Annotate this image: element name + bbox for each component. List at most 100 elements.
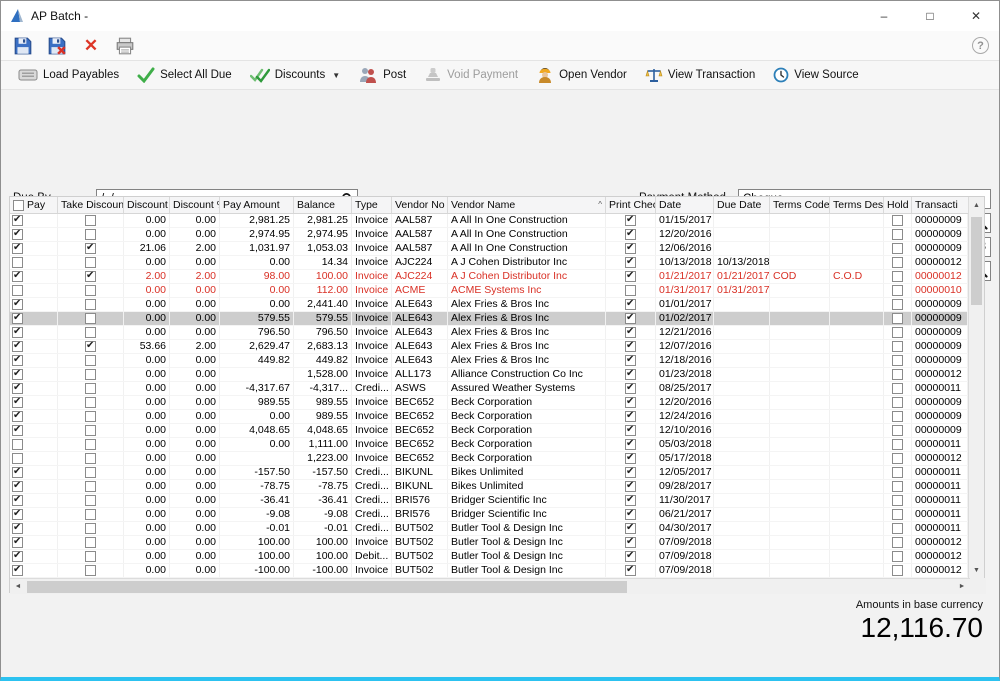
hold-checkbox[interactable] bbox=[892, 425, 903, 436]
cell-take[interactable] bbox=[58, 480, 124, 493]
view-transaction-button[interactable]: View Transaction bbox=[636, 62, 764, 88]
column-header-transaction-no[interactable]: Transacti bbox=[912, 197, 968, 213]
hold-checkbox[interactable] bbox=[892, 285, 903, 296]
cell-hold[interactable] bbox=[884, 214, 912, 227]
grid-row[interactable]: 0.000.00-100.00-100.00InvoiceBUT502Butle… bbox=[10, 564, 984, 578]
view-source-button[interactable]: View Source bbox=[764, 62, 867, 88]
pc-checkbox[interactable] bbox=[625, 397, 636, 408]
grid-row[interactable]: 0.000.002,981.252,981.25InvoiceAAL587A A… bbox=[10, 214, 984, 228]
cell-hold[interactable] bbox=[884, 438, 912, 451]
print-button[interactable] bbox=[113, 34, 137, 58]
cell-pay[interactable] bbox=[10, 214, 58, 227]
take-checkbox[interactable] bbox=[85, 299, 96, 310]
cell-take[interactable] bbox=[58, 536, 124, 549]
pay-checkbox[interactable] bbox=[12, 341, 23, 352]
cell-pc[interactable] bbox=[606, 550, 656, 563]
delete-button[interactable]: ✕ bbox=[79, 34, 103, 58]
pc-checkbox[interactable] bbox=[625, 341, 636, 352]
cell-pay[interactable] bbox=[10, 228, 58, 241]
grid-row[interactable]: 0.000.00100.00100.00InvoiceBUT502Butler … bbox=[10, 536, 984, 550]
pc-checkbox[interactable] bbox=[625, 369, 636, 380]
column-header-pay-amount[interactable]: Pay Amount bbox=[220, 197, 294, 213]
void-payment-button[interactable]: Void Payment bbox=[415, 62, 527, 88]
hold-checkbox[interactable] bbox=[892, 299, 903, 310]
column-header-take-discount[interactable]: Take Discount bbox=[58, 197, 124, 213]
column-header-vendor-name[interactable]: Vendor Name ^ bbox=[448, 197, 606, 213]
pay-checkbox[interactable] bbox=[12, 411, 23, 422]
take-checkbox[interactable] bbox=[85, 453, 96, 464]
column-header-pay[interactable]: Pay bbox=[10, 197, 58, 213]
grid-row[interactable]: 0.000.00-157.50-157.50Credi...BIKUNLBike… bbox=[10, 466, 984, 480]
take-checkbox[interactable] bbox=[85, 243, 96, 254]
pc-checkbox[interactable] bbox=[625, 257, 636, 268]
pay-checkbox[interactable] bbox=[12, 285, 23, 296]
hold-checkbox[interactable] bbox=[892, 467, 903, 478]
cell-pc[interactable] bbox=[606, 410, 656, 423]
pc-checkbox[interactable] bbox=[625, 551, 636, 562]
cell-pay[interactable] bbox=[10, 368, 58, 381]
cell-pc[interactable] bbox=[606, 354, 656, 367]
cell-hold[interactable] bbox=[884, 312, 912, 325]
cell-hold[interactable] bbox=[884, 228, 912, 241]
hold-checkbox[interactable] bbox=[892, 313, 903, 324]
cell-pc[interactable] bbox=[606, 466, 656, 479]
pay-checkbox[interactable] bbox=[12, 397, 23, 408]
pc-checkbox[interactable] bbox=[625, 313, 636, 324]
pay-checkbox[interactable] bbox=[12, 369, 23, 380]
take-checkbox[interactable] bbox=[85, 383, 96, 394]
post-button[interactable]: Post bbox=[349, 62, 415, 88]
cell-hold[interactable] bbox=[884, 410, 912, 423]
cell-pay[interactable] bbox=[10, 508, 58, 521]
take-checkbox[interactable] bbox=[85, 397, 96, 408]
cell-pc[interactable] bbox=[606, 256, 656, 269]
take-checkbox[interactable] bbox=[85, 523, 96, 534]
horizontal-scroll-thumb[interactable] bbox=[27, 581, 627, 593]
cell-pay[interactable] bbox=[10, 522, 58, 535]
take-checkbox[interactable] bbox=[85, 411, 96, 422]
hold-checkbox[interactable] bbox=[892, 509, 903, 520]
hold-checkbox[interactable] bbox=[892, 481, 903, 492]
maximize-button[interactable]: □ bbox=[907, 1, 953, 31]
scroll-down-icon[interactable]: ▼ bbox=[969, 562, 984, 578]
column-header-terms-desc[interactable]: Terms Desc bbox=[830, 197, 884, 213]
select-all-due-button[interactable]: Select All Due bbox=[128, 62, 241, 88]
pc-checkbox[interactable] bbox=[625, 481, 636, 492]
grid-row[interactable]: 0.000.001,223.00InvoiceBEC652Beck Corpor… bbox=[10, 452, 984, 466]
cell-hold[interactable] bbox=[884, 494, 912, 507]
cell-pay[interactable] bbox=[10, 466, 58, 479]
hold-checkbox[interactable] bbox=[892, 341, 903, 352]
take-checkbox[interactable] bbox=[85, 285, 96, 296]
pc-checkbox[interactable] bbox=[625, 523, 636, 534]
take-checkbox[interactable] bbox=[85, 327, 96, 338]
cell-pc[interactable] bbox=[606, 270, 656, 283]
cell-take[interactable] bbox=[58, 382, 124, 395]
scroll-up-icon[interactable]: ▲ bbox=[969, 197, 984, 213]
cell-take[interactable] bbox=[58, 214, 124, 227]
cell-pay[interactable] bbox=[10, 550, 58, 563]
open-vendor-button[interactable]: Open Vendor bbox=[527, 62, 636, 88]
pay-checkbox[interactable] bbox=[12, 537, 23, 548]
vertical-scrollbar[interactable]: ▲ ▼ bbox=[968, 197, 984, 578]
cell-take[interactable] bbox=[58, 340, 124, 353]
cell-hold[interactable] bbox=[884, 284, 912, 297]
column-header-discount[interactable]: Discount bbox=[124, 197, 170, 213]
take-checkbox[interactable] bbox=[85, 537, 96, 548]
hold-checkbox[interactable] bbox=[892, 383, 903, 394]
pay-checkbox[interactable] bbox=[12, 215, 23, 226]
hold-checkbox[interactable] bbox=[892, 495, 903, 506]
hold-checkbox[interactable] bbox=[892, 369, 903, 380]
take-checkbox[interactable] bbox=[85, 425, 96, 436]
column-header-due-date[interactable]: Due Date bbox=[714, 197, 770, 213]
cell-take[interactable] bbox=[58, 438, 124, 451]
grid-row[interactable]: 0.000.000.00989.55InvoiceBEC652Beck Corp… bbox=[10, 410, 984, 424]
cell-take[interactable] bbox=[58, 284, 124, 297]
pay-checkbox[interactable] bbox=[12, 271, 23, 282]
pay-checkbox[interactable] bbox=[12, 355, 23, 366]
grid-row[interactable]: 0.000.00-4,317.67-4,317...Credi...ASWSAs… bbox=[10, 382, 984, 396]
pc-checkbox[interactable] bbox=[625, 327, 636, 338]
cell-pay[interactable] bbox=[10, 298, 58, 311]
take-checkbox[interactable] bbox=[85, 439, 96, 450]
cell-take[interactable] bbox=[58, 298, 124, 311]
pc-checkbox[interactable] bbox=[625, 439, 636, 450]
pc-checkbox[interactable] bbox=[625, 453, 636, 464]
